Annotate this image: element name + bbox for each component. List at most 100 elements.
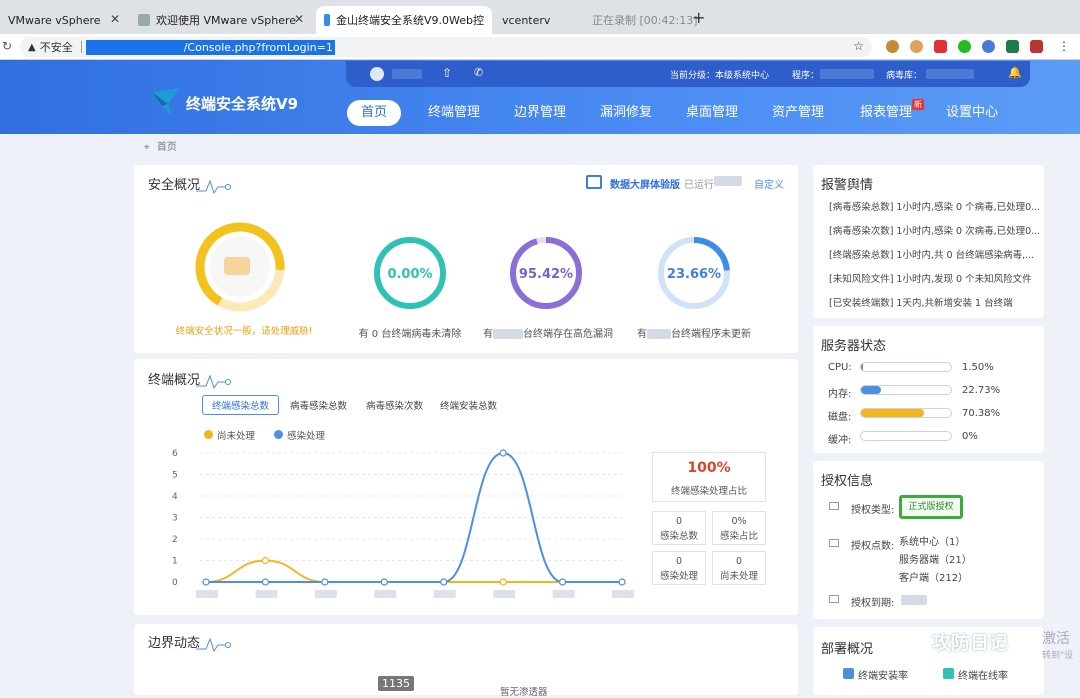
nav-home[interactable]: 首页 [347, 100, 402, 126]
memory-bar-fill [861, 386, 882, 394]
cpu-value: 1.50% [962, 362, 994, 373]
browser-tab-kingsoft[interactable]: 金山终端安全系统V9.0Web控 [316, 6, 492, 34]
mini-value: 0% [731, 516, 747, 527]
license-type-icon [829, 502, 839, 510]
tab-terminal-installed[interactable]: 终端安装总数 [440, 398, 497, 412]
y-tick-label: 1 [172, 557, 178, 567]
alarm-item-terminal-infected[interactable]: [终端感染总数] 1小时内,共 0 台终端感染病毒,... [829, 247, 1034, 261]
tab-terminal-infected[interactable]: 终端感染总数 [202, 395, 280, 415]
nav-settings[interactable]: 设置中心 [932, 100, 1012, 126]
cpu-bar [860, 362, 952, 372]
data-point [618, 578, 626, 586]
disk-bar [860, 408, 952, 418]
redacted-username [392, 69, 422, 79]
w-extension-icon[interactable] [1006, 40, 1019, 53]
data-point [261, 578, 270, 586]
license-expire-icon [829, 595, 839, 603]
custom-link[interactable]: 自定义 [754, 176, 784, 191]
y-tick-label: 6 [172, 449, 178, 459]
nav-asset-mgmt[interactable]: 资产管理 [758, 100, 838, 126]
legend-handled: 感染处理 [287, 431, 326, 442]
browser-tab-bar: VMware vSphere ✕ 欢迎使用 VMware vSphere ✕ 金… [0, 0, 1080, 34]
redacted-count [493, 329, 523, 339]
kingsoft-favicon-icon [324, 14, 330, 26]
logo-bird-icon [152, 88, 180, 116]
puzzle-icon[interactable]: ⋮ [1058, 39, 1070, 53]
pulse-decoration-icon [196, 374, 231, 390]
url-path: /Console.php?fromLogin=1 [183, 40, 333, 54]
legend-swatch-handled [274, 430, 283, 439]
extension-icon[interactable] [886, 40, 899, 53]
phone-icon[interactable]: ✆ [474, 66, 483, 79]
server-status-title: 服务器状态 [821, 339, 887, 354]
alarm-item-virus-times[interactable]: [病毒感染次数] 1小时内,感染 0 次病毒,已处理0... [829, 223, 1040, 237]
tab-title: VMware vSphere [8, 13, 101, 27]
license-expire-label: 授权到期: [851, 598, 895, 609]
legend-online-rate: 终端在线率 [958, 671, 1008, 682]
browser-tab-welcome[interactable]: 欢迎使用 VMware vSphere ✕ [130, 6, 312, 34]
new-tab-button[interactable]: + [692, 8, 705, 27]
y-tick-label: 5 [172, 471, 178, 481]
license-points-icon [829, 539, 839, 547]
product-name: 终端安全系统V9 [186, 95, 299, 113]
redacted-count [647, 329, 671, 339]
mini-infected-ratio: 0% 感染占比 [712, 511, 766, 545]
browser-tab-vcenter[interactable]: vcenterv [494, 6, 584, 34]
y-tick-label: 0 [172, 578, 178, 588]
flag-extension-icon[interactable] [1030, 40, 1043, 53]
disk-bar-fill [861, 409, 925, 417]
reload-icon[interactable]: ↻ [2, 39, 12, 53]
nav-desktop-mgmt[interactable]: 桌面管理 [672, 100, 752, 126]
virus-uncleaned-caption: 有 0 台终端病毒未清除 [358, 329, 462, 340]
cookie-extension-icon[interactable] [910, 40, 923, 53]
browser-tab-vsphere[interactable]: VMware vSphere ✕ [0, 6, 128, 34]
nav-border-mgmt[interactable]: 边界管理 [500, 100, 580, 126]
license-type-stamp: 正式版授权 [899, 495, 963, 519]
mini-label: 感染处理 [659, 571, 698, 582]
x-tick-label-redacted [196, 590, 218, 598]
bigscreen-link[interactable]: 数据大屏体验版 [610, 176, 680, 191]
security-overview-title: 安全概况 [148, 178, 201, 193]
tab-virus-infected-total[interactable]: 病毒感染总数 [290, 398, 347, 412]
alarm-item-virus-total[interactable]: [病毒感染总数] 1小时内,感染 0 个病毒,已处理0... [829, 199, 1040, 213]
mini-label: 感染总数 [659, 531, 698, 542]
gear-extension-icon[interactable] [958, 40, 971, 53]
close-icon[interactable]: ✕ [294, 12, 304, 26]
nav-terminal-mgmt[interactable]: 终端管理 [414, 100, 494, 126]
url-box[interactable]: ▲ 不安全 /Console.php?fromLogin=1 ☆ [20, 37, 872, 57]
buffer-label: 缓冲: [828, 435, 852, 446]
alarm-item-installed[interactable]: [已安装终端数] 1天内,共新增安装 1 台终端 [829, 295, 1013, 309]
x-tick-label-redacted [374, 590, 397, 598]
mini-infected-total: 0 感染总数 [652, 511, 706, 545]
x-tick-label-redacted [314, 590, 337, 598]
mini-label: 感染占比 [719, 531, 758, 542]
license-title: 授权信息 [821, 474, 874, 489]
insecure-label: 不安全 [39, 41, 73, 54]
nav-vuln-fix[interactable]: 漏洞修复 [586, 100, 666, 126]
tab-virus-infected-times[interactable]: 病毒感染次数 [366, 398, 423, 412]
mini-label: 尚未处理 [719, 571, 758, 582]
program-outdated-percent: 23.66% [666, 267, 722, 282]
bell-icon[interactable]: 🔔 [1008, 66, 1022, 79]
program-outdated-caption: 有 台终端程序未更新 [628, 325, 760, 340]
license-points-server: 服务器端（21） [899, 555, 972, 566]
monitor-icon[interactable] [586, 175, 602, 189]
mini-value: 0 [675, 516, 683, 527]
legend-swatch-unhandled [204, 430, 213, 439]
high-risk-vuln-percent: 95.42% [518, 267, 574, 282]
user-avatar-icon[interactable] [370, 67, 384, 81]
globe-extension-icon[interactable] [982, 40, 995, 53]
star-icon[interactable]: ☆ [853, 39, 864, 53]
close-icon[interactable]: ✕ [110, 12, 120, 26]
license-info-card: 授权信息 授权类型: 正式版授权 授权点数: 系统中心（1） 服务器端（21） … [813, 461, 1044, 619]
license-points-label: 授权点数: [851, 541, 895, 552]
security-status-gauge [195, 222, 285, 312]
memory-value: 22.73% [962, 385, 1001, 396]
y-tick-label: 2 [172, 535, 178, 545]
virus-uncleaned-percent: 0.00% [387, 267, 433, 282]
dice-extension-icon[interactable] [934, 40, 947, 53]
breadcrumb-home[interactable]: 首页 [157, 142, 177, 153]
upload-icon[interactable]: ⇧ [442, 66, 452, 80]
redacted-virus-db-version [926, 69, 974, 79]
alarm-item-unknown-risk[interactable]: [未知风险文件] 1小时内,发现 0 个未知风险文件 [829, 271, 1032, 285]
